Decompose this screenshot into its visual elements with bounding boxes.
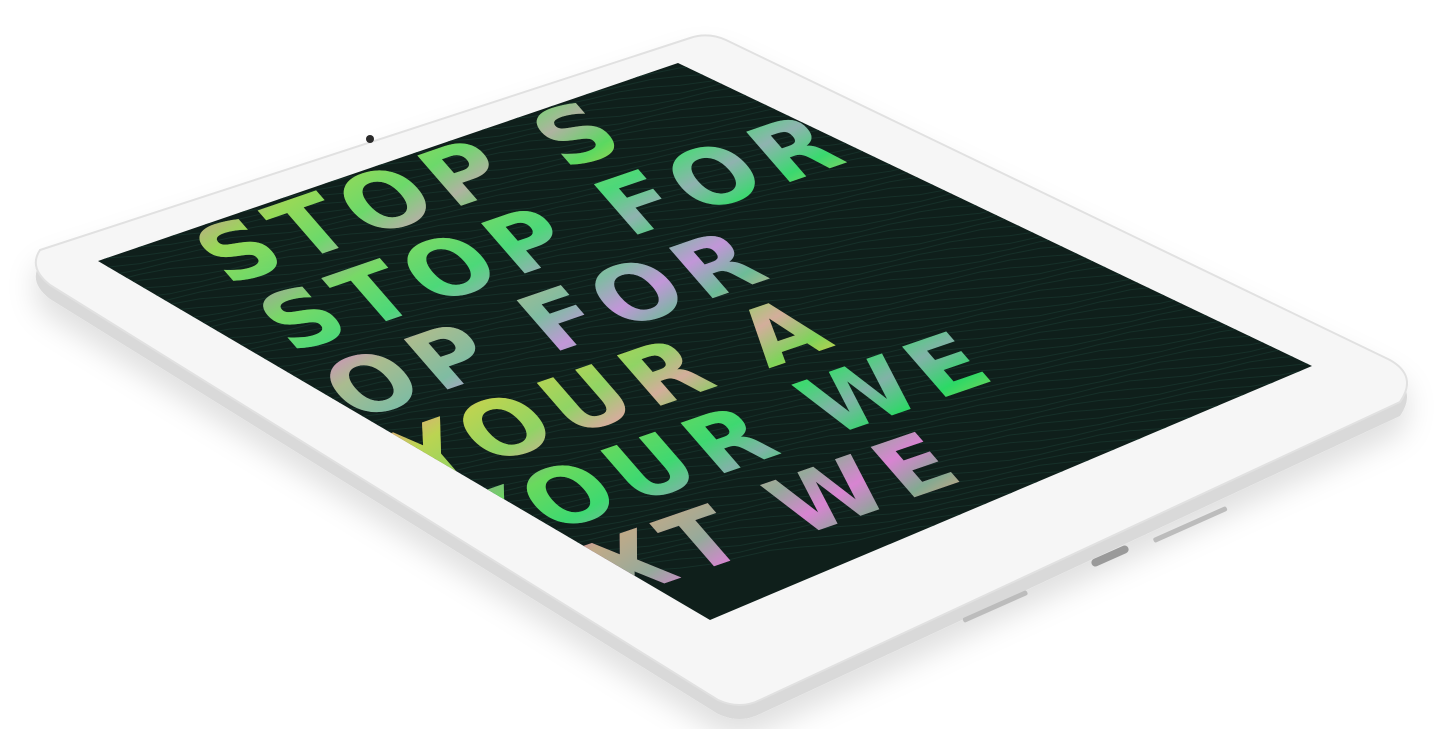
camera-icon — [366, 135, 374, 143]
tablet-screen: O NEO NESTOP SSTOP SSTOP FORSTOP FOROP F… — [80, 0, 1340, 620]
wave-line — [80, 0, 1340, 40]
tablet-scene: O NEO NESTOP SSTOP SSTOP FORSTOP FOROP F… — [34, 0, 1409, 719]
